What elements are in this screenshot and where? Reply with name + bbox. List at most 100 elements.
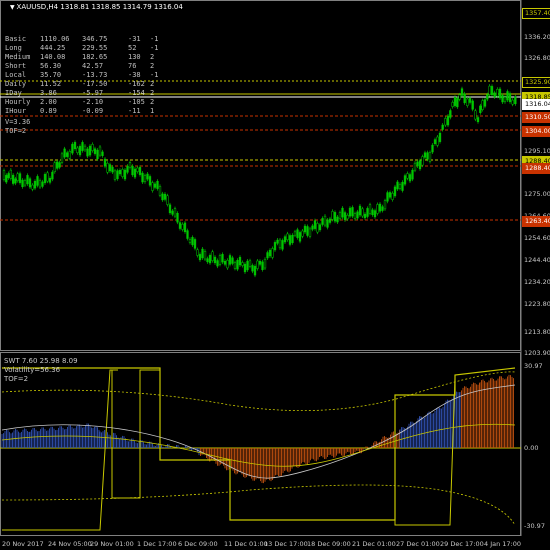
candle-body (373, 210, 377, 218)
candle-body (291, 234, 294, 243)
stats-cell-short-b: 42.57 (82, 62, 104, 70)
candle-body (306, 226, 309, 236)
stats-cell-medium-c: 130 (128, 53, 141, 61)
candle-body (5, 175, 8, 183)
candle-body (411, 169, 414, 180)
candle-body (171, 210, 174, 215)
candle-body (96, 149, 99, 160)
candle-body (243, 263, 247, 273)
candle-body (483, 99, 487, 107)
candle-body (41, 181, 44, 187)
price-tag: 1310.50 (522, 112, 550, 123)
price-tag: 1288.40 (522, 163, 550, 174)
candle-body (368, 204, 372, 214)
candle-body (433, 139, 437, 145)
candle-body (203, 250, 207, 260)
stats-cell-local-label: Local (5, 71, 27, 79)
candle-body (248, 260, 252, 267)
candle-body (58, 162, 61, 168)
candle-body (228, 255, 232, 265)
candle-body (331, 211, 334, 220)
candle-body (458, 94, 461, 100)
swt-step-line-2 (394, 377, 456, 526)
candle-body (426, 152, 429, 160)
stats-cell-local-a: 35.70 (40, 71, 62, 79)
candle-body (366, 208, 369, 217)
time-axis-label: 24 Nov 05:00 (48, 540, 92, 548)
stats-cell-short-label: Short (5, 62, 27, 70)
candle-body (108, 164, 112, 172)
candle-body (361, 208, 364, 217)
candle-body (81, 142, 84, 151)
candle-body (223, 260, 227, 265)
stats-cell-medium-b: 182.65 (82, 53, 108, 61)
price-axis-label: 1244.40 (524, 256, 550, 264)
candle-body (258, 260, 262, 265)
candle-body (118, 169, 122, 175)
time-axis-label: 29 Dec 17:00 (440, 540, 484, 548)
stats-cell-hourly-c: -105 (128, 98, 145, 106)
candle-body (468, 97, 472, 103)
stats-cell-medium-label: Medium (5, 53, 31, 61)
candle-body (221, 254, 224, 263)
candle-body (78, 146, 82, 156)
candle-body (36, 176, 39, 186)
indicator-panel-frame (0, 352, 521, 536)
candle-body (476, 117, 480, 123)
candle-body (7, 173, 10, 179)
candle-body (378, 203, 382, 212)
candle-body (76, 147, 79, 153)
candle-body (353, 213, 357, 219)
candle-body (181, 223, 184, 230)
swt-fast-line (2, 369, 118, 531)
candle-body (356, 211, 359, 219)
candle-body (298, 232, 302, 242)
candle-body (98, 146, 102, 156)
candle-body (156, 180, 159, 189)
candle-body (490, 86, 494, 95)
candle-body (323, 215, 327, 226)
candle-body (338, 212, 342, 219)
price-tag: 1304.00 (522, 126, 550, 137)
candle-body (153, 183, 157, 188)
indicator-axis-label: 0.00 (524, 444, 539, 452)
candle-body (418, 160, 422, 170)
candle-body (106, 163, 109, 173)
stats-cell-local-c: -38 (128, 71, 141, 79)
swt-step-line (111, 369, 160, 499)
time-axis-label: 21 Dec 01:00 (352, 540, 396, 548)
stats-cell-ihour-d: 1 (150, 107, 155, 115)
candle-body (233, 262, 237, 269)
candle-body (271, 248, 274, 258)
candle-body (301, 230, 304, 237)
candle-body (196, 249, 199, 256)
candle-body (216, 260, 219, 267)
candle-body (403, 175, 407, 185)
candle-body (231, 257, 234, 264)
main-panel-frame (0, 0, 521, 351)
candle-body (506, 91, 509, 101)
candle-body (293, 231, 297, 236)
candle-body (393, 186, 397, 197)
candle-body (251, 265, 254, 272)
candle-body (453, 97, 457, 106)
time-axis-label: 13 Dec 17:00 (264, 540, 308, 548)
chart-title-text: XAUUSD,H4 1318.81 1318.85 1314.79 1316.0… (16, 3, 183, 11)
candle-body (138, 167, 142, 175)
candle-body (501, 95, 504, 103)
price-tag: 1316.04 (522, 99, 550, 110)
chart-window[interactable]: ▼ XAUUSD,H4 1318.81 1318.85 1314.79 1316… (0, 0, 550, 550)
stats-cell-local-d: -1 (150, 71, 159, 79)
candle-body (401, 182, 404, 191)
stats-tof-line: TOF=2 (5, 127, 27, 135)
candle-body (413, 162, 417, 171)
candle-body (278, 239, 282, 249)
candle-body (321, 218, 324, 225)
candle-body (460, 88, 464, 96)
candle-body (43, 174, 47, 184)
candle-body (444, 118, 447, 126)
stats-cell-hourly-a: 2.00 (40, 98, 57, 106)
candle-body (498, 88, 502, 99)
candle-body (161, 193, 164, 201)
channel-lower (1, 484, 516, 526)
